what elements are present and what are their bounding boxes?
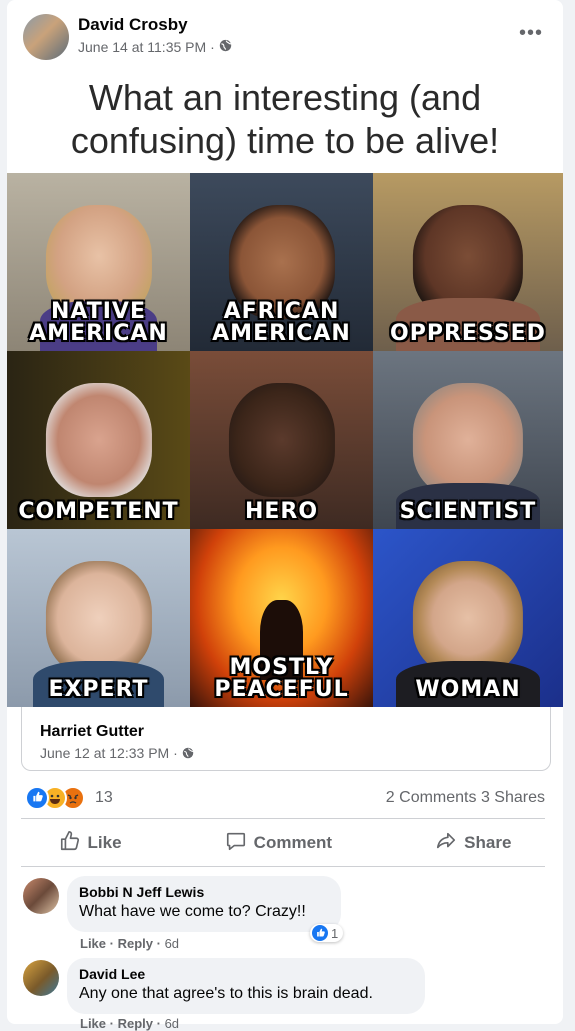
meme-tile-1: NATIVE AMERICAN: [7, 173, 190, 351]
post-timestamp[interactable]: June 14 at 11:35 PM: [78, 39, 206, 55]
meme-tile-3: OPPRESSED: [373, 173, 563, 351]
commenter-avatar[interactable]: [23, 960, 59, 996]
comment-text: Any one that agree's to this is brain de…: [79, 985, 373, 1002]
like-button[interactable]: Like: [59, 830, 122, 857]
shared-timestamp[interactable]: June 12 at 12:33 PM: [40, 745, 169, 761]
meme-photo-grid: NATIVE AMERICAN AFRICAN AMERICAN OPPRESS…: [7, 173, 563, 707]
divider: [21, 818, 545, 819]
meme-tile-6: SCIENTIST: [373, 351, 563, 529]
share-button-label: Share: [464, 833, 512, 852]
shared-meta: June 12 at 12:33 PM ·: [40, 745, 194, 761]
meme-caption-6: SCIENTIST: [399, 499, 537, 524]
post-meta: June 14 at 11:35 PM ·: [78, 39, 232, 55]
comment-item: Bobbi N Jeff Lewis What have we come to?…: [7, 876, 563, 956]
meme-tile-9: WOMAN: [373, 529, 563, 707]
meta-separator: ·: [173, 745, 178, 761]
meme-caption-4: COMPETENT: [18, 499, 179, 524]
comment-text: What have we come to? Crazy!!: [79, 903, 306, 920]
comment-like-count[interactable]: 1: [310, 924, 344, 942]
share-button[interactable]: Share: [435, 830, 511, 857]
meme-caption-8: MOSTLY PEACEFUL: [214, 655, 349, 702]
meme-title-line1: What an interesting (and: [88, 77, 482, 118]
reaction-stats: 13 2 Comments 3 Shares: [7, 783, 563, 811]
comment-button-label: Comment: [253, 833, 333, 852]
share-arrow-icon: [435, 830, 457, 857]
meme-caption-3: OPPRESSED: [390, 321, 546, 346]
commenter-name[interactable]: David Lee: [79, 966, 413, 982]
meme-tile-4: COMPETENT: [7, 351, 190, 529]
meta-separator: ·: [210, 39, 215, 55]
comment-actions: Like · Reply · 6d: [80, 936, 180, 951]
portrait-silhouette: [412, 383, 524, 497]
meme-tile-8: MOSTLY PEACEFUL: [190, 529, 373, 707]
like-button-label: Like: [87, 833, 122, 852]
post-header: David Crosby June 14 at 11:35 PM · •••: [7, 0, 563, 68]
meme-caption-5: HERO: [244, 499, 319, 524]
more-options-icon[interactable]: •••: [519, 22, 543, 45]
comment-bubble: David Lee Any one that agree's to this i…: [67, 958, 425, 1014]
comment-button[interactable]: Comment: [225, 830, 332, 857]
comment-like-link[interactable]: Like: [80, 936, 106, 951]
share-count[interactable]: 3 Shares: [481, 789, 545, 806]
author-avatar[interactable]: [23, 14, 69, 60]
meme-caption-9: WOMAN: [415, 677, 521, 702]
meme-tile-5: HERO: [190, 351, 373, 529]
reaction-count[interactable]: 13: [95, 789, 113, 807]
like-icon: [312, 925, 328, 941]
comments-shares: 2 Comments 3 Shares: [386, 789, 545, 807]
meme-tile-7: EXPERT: [7, 529, 190, 707]
meme-title-line2: confusing) time to be alive!: [70, 120, 500, 161]
divider: [21, 866, 545, 867]
meme-caption-7: EXPERT: [48, 677, 149, 702]
meme-tile-2: AFRICAN AMERICAN: [190, 173, 373, 351]
portrait-silhouette: [45, 383, 152, 497]
thumbs-up-icon: [59, 830, 81, 857]
comment-item: David Lee Any one that agree's to this i…: [7, 958, 563, 1031]
post-card: David Crosby June 14 at 11:35 PM · ••• W…: [7, 0, 563, 1031]
portrait-silhouette: [45, 561, 152, 675]
commenter-name[interactable]: Bobbi N Jeff Lewis: [79, 884, 329, 900]
shared-author-name[interactable]: Harriet Gutter: [40, 723, 144, 741]
post-author-name[interactable]: David Crosby: [78, 15, 188, 35]
comment-count[interactable]: 2 Comments: [386, 789, 477, 806]
meme-caption-2: AFRICAN AMERICAN: [212, 299, 351, 346]
comment-bubble: Bobbi N Jeff Lewis What have we come to?…: [67, 876, 341, 932]
globe-icon: [219, 39, 232, 55]
comment-age[interactable]: 6d: [165, 936, 179, 951]
portrait-silhouette: [412, 561, 524, 675]
meme-title: What an interesting (and confusing) time…: [7, 76, 563, 162]
comment-bubble-icon: [225, 830, 247, 857]
comment-reply-link[interactable]: Reply: [118, 936, 153, 951]
meme-caption-1: NATIVE AMERICAN: [29, 299, 168, 346]
portrait-silhouette: [228, 383, 335, 497]
action-bar: Like Comment Share: [7, 822, 563, 864]
shared-post-attribution[interactable]: Harriet Gutter June 12 at 12:33 PM ·: [21, 707, 551, 771]
globe-icon: [182, 745, 194, 761]
commenter-avatar[interactable]: [23, 878, 59, 914]
like-icon[interactable]: [25, 786, 49, 810]
